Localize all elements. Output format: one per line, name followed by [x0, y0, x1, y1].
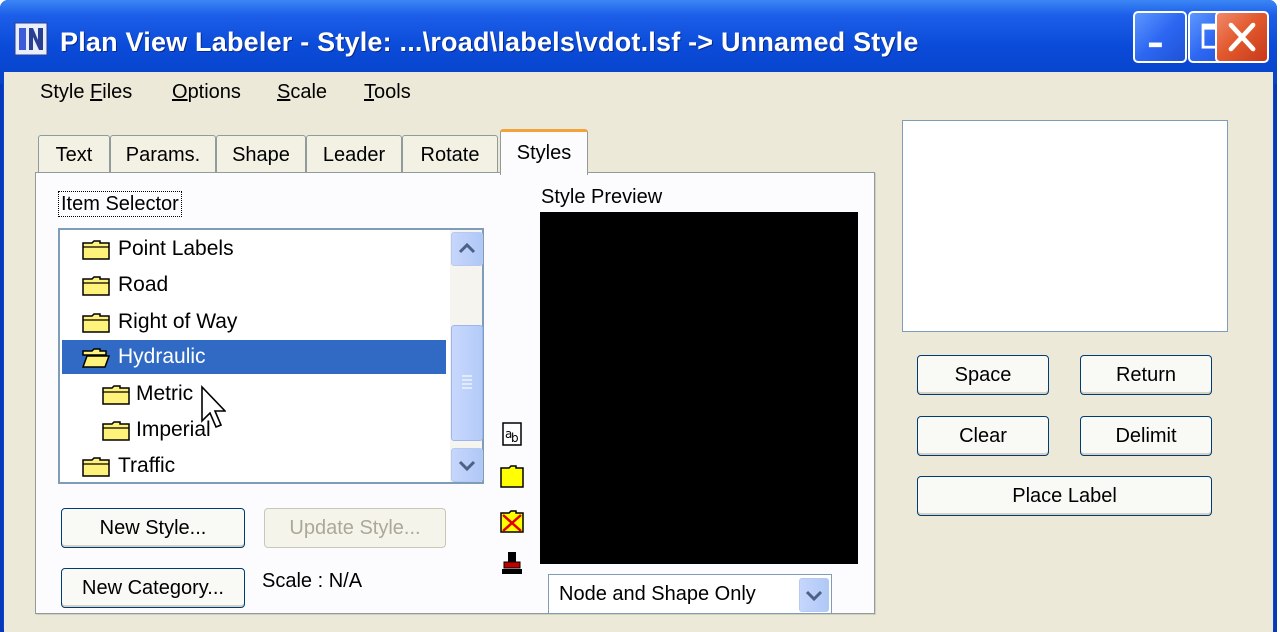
new-category-button[interactable]: New Category...	[61, 568, 245, 608]
item-selector-label: Item Selector	[58, 191, 182, 217]
preview-mode-value: Node and Shape Only	[559, 583, 756, 605]
tab-styles[interactable]: Styles	[500, 129, 588, 175]
stamp-icon[interactable]	[500, 550, 524, 576]
clear-button[interactable]: Clear	[917, 416, 1049, 456]
delete-icon[interactable]	[500, 508, 524, 534]
minimize-button[interactable]	[1133, 11, 1187, 63]
text-style-icon[interactable]: a b	[500, 421, 524, 447]
item-selector-tree[interactable]: Point Labels Road Right of Way Hydraulic…	[58, 228, 484, 484]
update-style-button[interactable]: Update Style...	[264, 508, 446, 548]
style-preview-label: Style Preview	[541, 186, 663, 208]
tree-item-hydraulic[interactable]: Hydraulic	[62, 340, 446, 374]
tree-item-label: Road	[118, 273, 169, 296]
tab-params[interactable]: Params.	[110, 135, 216, 173]
tree-item-road[interactable]: Road	[60, 268, 448, 302]
dropdown-button[interactable]	[799, 578, 829, 612]
folder-icon	[82, 457, 110, 477]
menu-tools[interactable]: Tools	[364, 76, 411, 108]
tree-item-right-of-way[interactable]: Right of Way	[60, 305, 448, 339]
tree-item-label: Metric	[136, 382, 194, 405]
tab-leader[interactable]: Leader	[306, 135, 402, 173]
chevron-down-icon	[805, 590, 823, 602]
delimit-button[interactable]: Delimit	[1080, 416, 1212, 456]
label-text-area[interactable]	[902, 120, 1228, 332]
app-icon[interactable]	[14, 22, 48, 56]
tree-item-label: Traffic	[118, 454, 176, 477]
scroll-down-button[interactable]	[451, 448, 483, 482]
tab-rotate[interactable]: Rotate	[402, 135, 498, 173]
tree-item-metric[interactable]: Metric	[60, 377, 448, 411]
tab-text[interactable]: Text	[38, 135, 110, 173]
folder-icon	[102, 385, 130, 405]
grip-icon	[462, 375, 472, 389]
menu-style-files[interactable]: Style Files	[40, 76, 132, 108]
folder-icon	[82, 313, 110, 333]
minimize-icon	[1148, 42, 1162, 48]
space-button[interactable]: Space	[917, 355, 1049, 395]
folder-icon	[102, 421, 130, 441]
tree-item-imperial[interactable]: Imperial	[60, 413, 448, 447]
svg-text:b: b	[511, 431, 519, 445]
folder-open-icon	[82, 348, 110, 368]
scroll-thumb[interactable]	[451, 325, 483, 441]
scroll-up-button[interactable]	[451, 232, 483, 266]
tree-item-point-labels[interactable]: Point Labels	[60, 232, 448, 266]
place-label-button[interactable]: Place Label	[917, 476, 1212, 516]
tree-item-label: Right of Way	[118, 310, 238, 333]
mouse-cursor-icon	[201, 385, 226, 429]
chevron-down-icon	[458, 460, 476, 472]
window-title: Plan View Labeler - Style: ...\road\labe…	[60, 27, 919, 57]
tab-shape[interactable]: Shape	[216, 135, 306, 173]
return-button[interactable]: Return	[1080, 355, 1212, 395]
tree-scrollbar[interactable]	[450, 230, 483, 482]
menu-scale[interactable]: Scale	[277, 76, 327, 108]
folder-icon	[82, 240, 110, 260]
close-button[interactable]	[1215, 11, 1269, 63]
tree-item-label: Hydraulic	[118, 345, 206, 368]
preview-mode-select[interactable]: Node and Shape Only	[548, 574, 832, 614]
folder-icon[interactable]	[500, 463, 524, 489]
tree-item-label: Point Labels	[118, 237, 234, 260]
menu-options[interactable]: Options	[172, 76, 241, 108]
new-style-button[interactable]: New Style...	[61, 508, 245, 548]
close-icon	[1228, 22, 1256, 52]
tree-item-traffic[interactable]: Traffic	[60, 449, 448, 482]
chevron-up-icon	[458, 242, 476, 254]
folder-icon	[82, 276, 110, 296]
scale-text: Scale : N/A	[262, 570, 363, 592]
style-preview-canvas	[540, 212, 858, 564]
